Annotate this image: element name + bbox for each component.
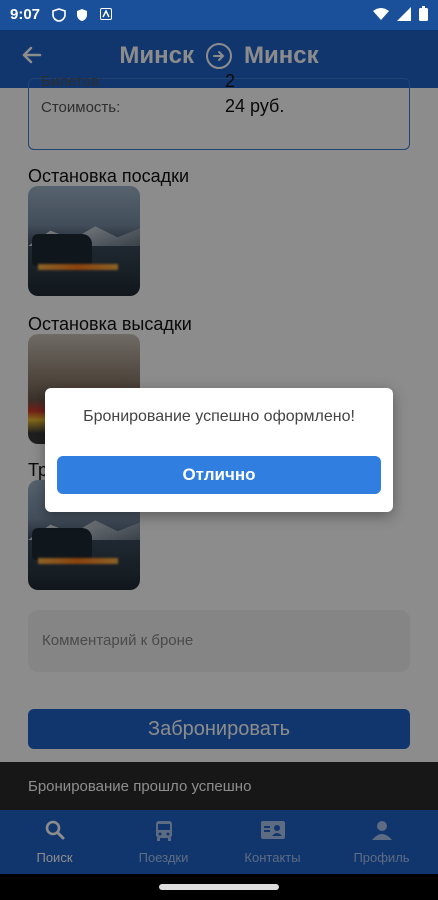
wifi-icon (373, 7, 389, 20)
status-bar: 9:07 (0, 0, 438, 30)
notification-icon (100, 8, 112, 20)
dialog-message: Бронирование успешно оформлено! (83, 408, 355, 425)
cell-signal-icon (397, 6, 411, 21)
dialog-ok-button[interactable]: Отлично (57, 456, 381, 494)
battery-icon (419, 6, 428, 21)
home-gesture-handle[interactable] (159, 884, 279, 890)
security-icon (77, 9, 87, 21)
success-dialog: Бронирование успешно оформлено! Отлично (45, 388, 393, 512)
system-navigation-bar (0, 874, 438, 900)
status-time: 9:07 (10, 6, 41, 23)
shield-icon (52, 8, 66, 22)
